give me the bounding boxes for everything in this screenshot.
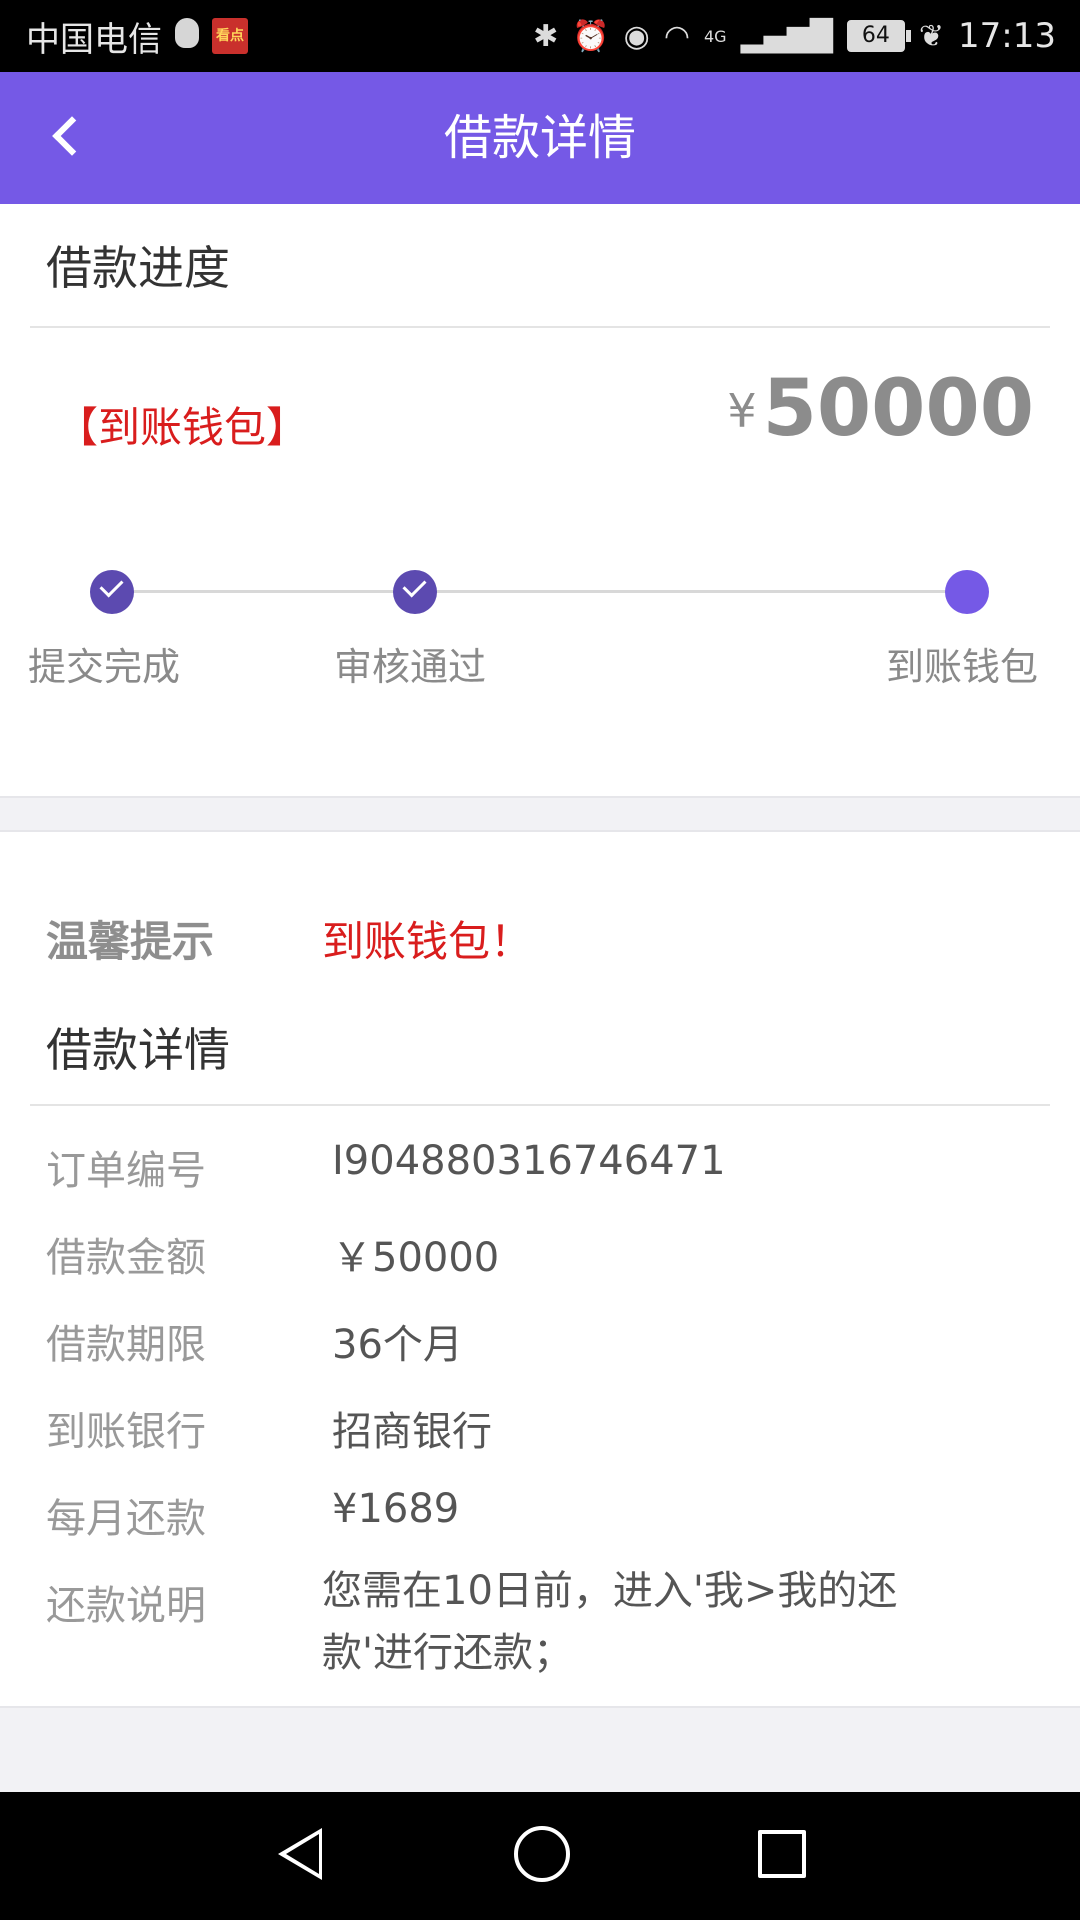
- step-label-submitted: 提交完成: [28, 645, 181, 689]
- tip-text: 到账钱包！: [322, 917, 533, 966]
- order-number-value: I904880316746471: [332, 1138, 726, 1184]
- loan-amount-label: 借款金额: [46, 1235, 206, 1281]
- amount-value: 50000: [762, 364, 1034, 454]
- status-right: ✱ ⏰ ◉ ◠ 4G ▂▄▆█ 64 ❦ 17:13: [533, 0, 1056, 72]
- bank-value: 招商银行: [332, 1409, 492, 1455]
- step-label-wallet: 到账钱包: [886, 645, 1039, 689]
- app-bar: 借款详情: [0, 72, 1080, 204]
- loan-term-label: 借款期限: [46, 1322, 206, 1368]
- step-current-dot: [945, 570, 989, 614]
- order-number-label: 订单编号: [46, 1148, 206, 1194]
- nav-recent-apps-icon[interactable]: [758, 1830, 806, 1878]
- tip-label: 温馨提示: [46, 917, 215, 966]
- page-title: 借款详情: [443, 110, 636, 166]
- bluetooth-icon: ✱: [533, 18, 559, 54]
- progress-card: 借款进度 【到账钱包】 ¥50000 提交完成 审核通过 到账钱包: [0, 204, 1080, 798]
- loan-amount: ¥50000: [727, 364, 1034, 454]
- clock: 17:13: [958, 16, 1056, 56]
- details-section-title: 借款详情: [46, 1023, 230, 1077]
- status-left: 中国电信 看点: [26, 0, 248, 72]
- currency-symbol: ¥: [727, 384, 757, 438]
- step-check-icon: [90, 570, 134, 614]
- signal-icon: ▂▄▆█: [740, 18, 833, 54]
- step-check-icon: [393, 570, 437, 614]
- nav-home-icon[interactable]: [514, 1826, 570, 1882]
- details-card: 温馨提示 到账钱包！ 借款详情 订单编号 I904880316746471 借款…: [0, 830, 1080, 1708]
- alarm-icon: ⏰: [572, 18, 610, 54]
- bank-label: 到账银行: [46, 1409, 206, 1455]
- qq-icon: [172, 18, 202, 54]
- monthly-payment-label: 每月还款: [46, 1496, 206, 1542]
- wallet-status-tag: 【到账钱包】: [56, 403, 309, 452]
- battery-icon: 64: [846, 20, 911, 52]
- monthly-payment-value: ¥1689: [332, 1486, 460, 1532]
- system-nav-bar: [0, 1792, 1080, 1920]
- loan-amount-value: ￥50000: [332, 1235, 500, 1281]
- repayment-note-label: 还款说明: [46, 1583, 206, 1629]
- network-type: 4G: [704, 26, 727, 46]
- carrier-label: 中国电信: [26, 19, 162, 60]
- loan-term-value: 36个月: [332, 1322, 463, 1368]
- divider: [30, 1104, 1050, 1106]
- nav-back-icon[interactable]: [278, 1828, 322, 1880]
- wifi-icon: ◠: [663, 18, 690, 54]
- repayment-note-value: 您需在10日前，进入'我>我的还款'进行还款；: [322, 1568, 898, 1676]
- progress-track: [112, 590, 968, 593]
- step-label-approved: 审核通过: [334, 645, 487, 689]
- progress-section-title: 借款进度: [46, 241, 230, 295]
- kandian-app-icon: 看点: [212, 18, 248, 54]
- leaf-icon: ❦: [918, 18, 945, 54]
- divider: [30, 326, 1050, 328]
- status-bar: 中国电信 看点 ✱ ⏰ ◉ ◠ 4G ▂▄▆█ 64 ❦ 17:13: [0, 0, 1080, 72]
- eye-icon: ◉: [623, 18, 650, 54]
